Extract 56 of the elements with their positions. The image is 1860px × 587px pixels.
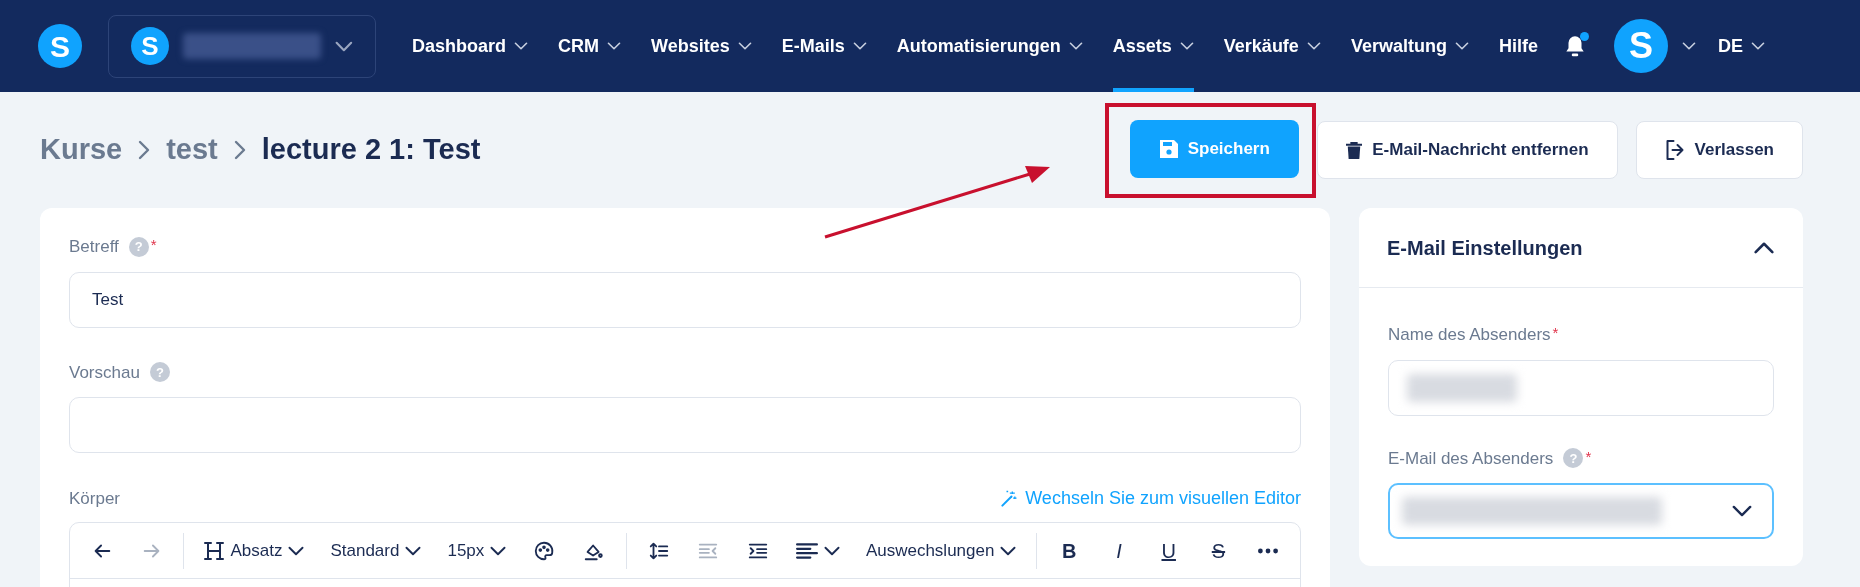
chevron-right-icon	[233, 140, 246, 160]
chevron-down-icon	[1000, 545, 1017, 556]
chevron-down-icon	[1750, 42, 1765, 50]
workspace-avatar: S	[131, 27, 169, 65]
chevron-down-icon	[288, 545, 305, 556]
field-label: Betreff	[69, 236, 119, 258]
save-icon	[1159, 139, 1178, 158]
nav-menu-item[interactable]: Assets	[1112, 0, 1194, 92]
required-mark: *	[1585, 446, 1592, 467]
required-mark: *	[150, 235, 157, 255]
magic-wand-icon	[999, 488, 1020, 509]
page-title: lecture 2 1: Test	[261, 132, 481, 168]
format-button[interactable]: B	[1047, 530, 1092, 571]
logo: S	[38, 24, 82, 68]
nav-menu-item[interactable]: Verkäufe	[1223, 0, 1321, 92]
nav-menu-item[interactable]: E-Mails	[781, 0, 867, 92]
chevron-down-icon	[335, 40, 353, 52]
field-label: Name des Absenders	[1388, 324, 1551, 346]
toolbar-dropdown[interactable]: 15px	[437, 530, 517, 571]
nav-menu-item[interactable]: Dashboard	[412, 0, 529, 92]
nav-menu-item[interactable]: CRM	[558, 0, 622, 92]
chevron-right-icon	[138, 140, 151, 160]
nav-menu-item[interactable]: Websites	[651, 0, 752, 92]
nav-menu-item[interactable]: Automatisierungen	[896, 0, 1083, 92]
toolbar-dropdown[interactable]: Auswechslungen	[855, 530, 1027, 571]
heading-icon	[204, 539, 225, 562]
panel-title: E-Mail Einstellungen	[1387, 235, 1583, 261]
field-label: Vorschau	[69, 361, 140, 384]
format-button[interactable]: S	[1196, 530, 1241, 571]
chevron-down-icon	[1732, 505, 1752, 517]
chevron-down-icon	[1681, 42, 1696, 50]
nav-menu-item[interactable]: Hilfe	[1498, 0, 1538, 92]
chevron-up-icon[interactable]	[1753, 241, 1775, 254]
chevron-down-icon	[823, 545, 840, 556]
format-button[interactable]: I	[1097, 530, 1141, 571]
exit-button[interactable]: Verlassen	[1635, 121, 1803, 179]
toolbar-dropdown[interactable]: Standard	[320, 530, 432, 571]
field-label: Körper	[69, 487, 121, 510]
text-field[interactable]: Test	[69, 271, 1301, 328]
text-field[interactable]	[69, 397, 1301, 453]
chevron-down-icon	[490, 545, 507, 556]
select-field[interactable]	[1388, 483, 1774, 539]
format-button[interactable]: U	[1146, 530, 1191, 571]
delete-button[interactable]: E-Mail-Nachricht entfernen	[1317, 121, 1618, 179]
exit-icon	[1664, 140, 1685, 160]
chevron-down-icon	[405, 545, 422, 556]
text-field[interactable]	[1388, 359, 1774, 416]
field-label: E-Mail des Absenders	[1388, 447, 1554, 470]
toolbar-dropdown[interactable]: Absatz	[194, 530, 315, 571]
nav-menu-item[interactable]: Verwaltung	[1350, 0, 1469, 92]
language-selector[interactable]: DE	[1717, 32, 1765, 60]
align-left-icon	[795, 542, 818, 559]
trash-icon	[1346, 140, 1363, 160]
breadcrumb-link[interactable]: Kurse	[40, 128, 123, 172]
breadcrumb-link[interactable]: test	[166, 128, 218, 172]
required-mark: *	[1552, 323, 1559, 343]
